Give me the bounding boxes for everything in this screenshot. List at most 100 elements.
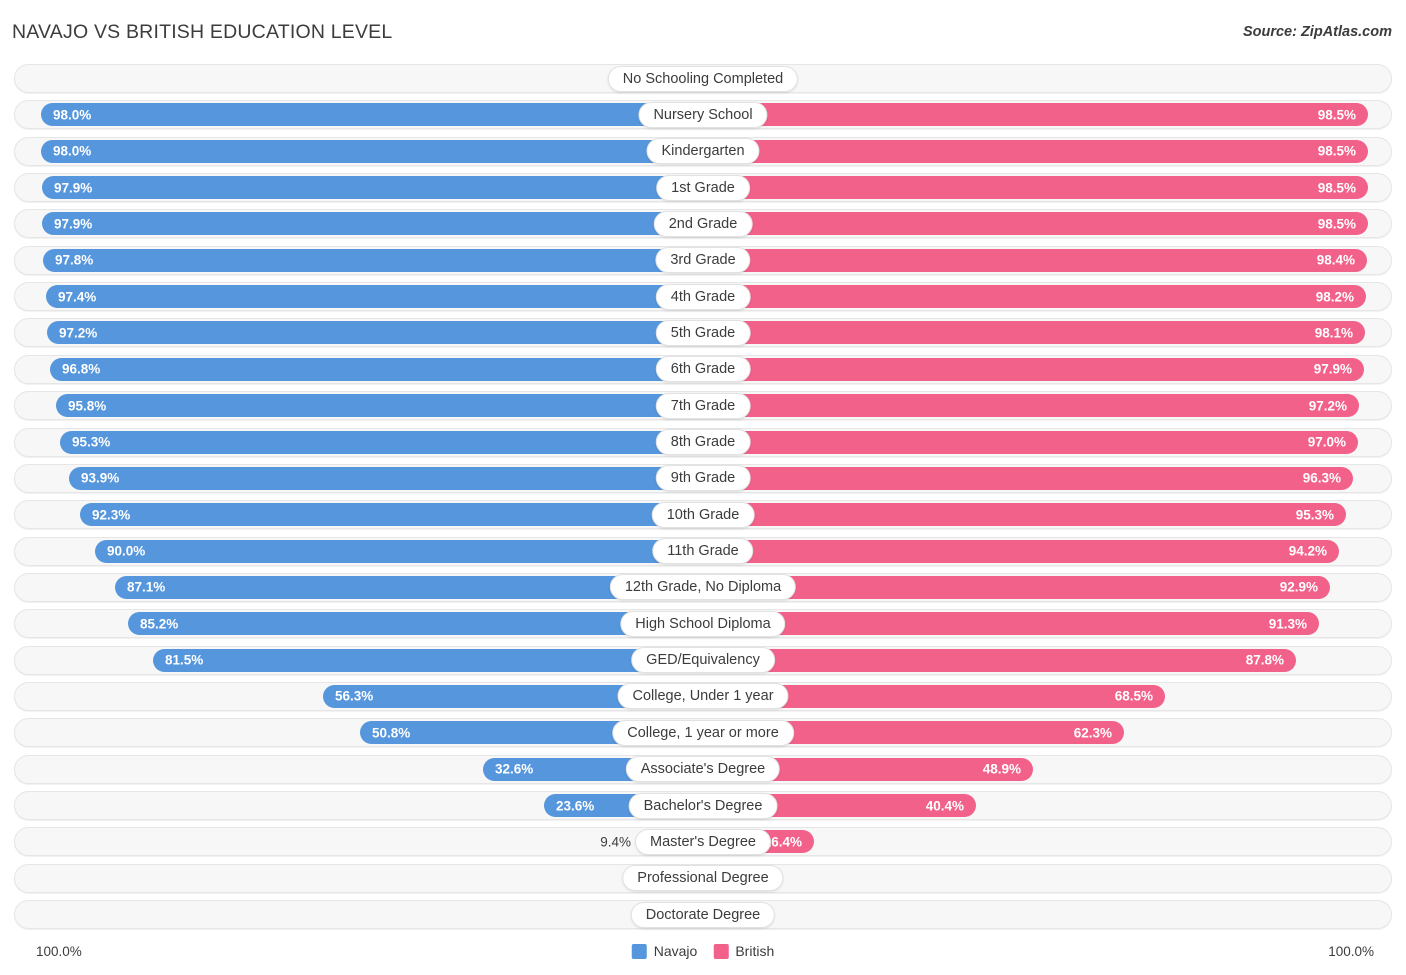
bar-row: 56.3% 68.5% College, Under 1 year — [14, 681, 1392, 711]
bar-row: 95.3% 97.0% 8th Grade — [14, 427, 1392, 457]
category-label: 4th Grade — [655, 283, 751, 310]
bar-british: 87.8% — [703, 648, 1296, 672]
chart-footer: 100.0% 100.0% Navajo British — [0, 938, 1406, 975]
bar-row: 90.0% 94.2% 11th Grade — [14, 536, 1392, 566]
category-label: 1st Grade — [656, 174, 750, 201]
bar-british: 97.2% — [703, 394, 1359, 418]
bar-value-british: 98.5% — [1317, 143, 1356, 159]
bar-row: 96.8% 97.9% 6th Grade — [14, 354, 1392, 384]
bar-value-british: 95.3% — [1295, 507, 1334, 523]
bar-british: 95.3% — [703, 503, 1346, 527]
bar-value-navajo: 98.0% — [53, 143, 92, 159]
bar-british: 98.4% — [703, 248, 1367, 272]
category-label: 11th Grade — [652, 538, 754, 565]
bar-row: 95.8% 97.2% 7th Grade — [14, 391, 1392, 421]
category-label: 9th Grade — [655, 465, 751, 492]
bar-british: 97.9% — [703, 357, 1364, 381]
bar-value-navajo: 23.6% — [556, 798, 595, 813]
bar-value-navajo: 90.0% — [107, 543, 146, 559]
bar-value-navajo: 50.8% — [372, 725, 411, 741]
bar-british: 98.2% — [703, 285, 1366, 309]
category-label: College, 1 year or more — [612, 719, 794, 746]
bar-value-british: 92.9% — [1279, 579, 1318, 595]
legend-swatch-icon — [713, 943, 729, 959]
bar-value-british: 98.1% — [1314, 325, 1353, 341]
bar-british: 98.1% — [703, 321, 1365, 345]
bar-row: 85.2% 91.3% High School Diploma — [14, 609, 1392, 639]
bar-rows-container: 2.1%1.5%No Schooling Completed 98.0% 98.5%… — [0, 62, 1406, 938]
bar-row: 98.0% 98.5% Nursery School — [14, 100, 1392, 130]
bar-row: 97.8% 98.4% 3rd Grade — [14, 245, 1392, 275]
legend-item: Navajo — [631, 943, 698, 959]
category-label: 3rd Grade — [655, 247, 751, 274]
bar-british: 98.5% — [703, 139, 1368, 163]
category-label: 5th Grade — [655, 319, 751, 346]
bar-row: 92.3% 95.3% 10th Grade — [14, 500, 1392, 530]
bar-value-navajo: 85.2% — [140, 616, 179, 632]
category-label: College, Under 1 year — [617, 683, 789, 710]
bar-row: 2.1%1.5%No Schooling Completed — [14, 64, 1392, 93]
bar-british: 91.3% — [703, 612, 1319, 636]
bar-navajo: 81.5% — [153, 648, 703, 672]
bar-value-british: 97.2% — [1308, 398, 1347, 414]
bar-value-navajo: 97.8% — [55, 252, 94, 268]
bar-row: 2.9%5.0%Professional Degree — [14, 863, 1392, 893]
category-label: 2nd Grade — [653, 210, 753, 237]
category-label: 8th Grade — [655, 429, 751, 455]
axis-label-right: 100.0% — [1328, 944, 1374, 959]
bar-british: 98.5% — [703, 176, 1368, 200]
legend-label: Navajo — [653, 943, 698, 959]
category-label: Nursery School — [638, 101, 768, 128]
bar-value-navajo: 32.6% — [495, 761, 534, 777]
axis-label-left: 100.0% — [36, 944, 82, 959]
bar-british: 97.0% — [703, 430, 1358, 454]
bar-navajo: 85.2% — [128, 612, 703, 636]
bar-value-british: 96.3% — [1302, 470, 1341, 486]
category-label: GED/Equivalency — [631, 647, 775, 674]
page-title: NAVAJO VS BRITISH EDUCATION LEVEL — [12, 21, 393, 43]
legend-item: British — [713, 943, 774, 959]
bar-value-british: 62.3% — [1073, 725, 1112, 741]
bar-british: 92.9% — [703, 575, 1330, 599]
bar-row: 81.5% 87.8% GED/Equivalency — [14, 645, 1392, 675]
bar-value-navajo: 96.8% — [62, 361, 101, 377]
bar-row: 93.9% 96.3% 9th Grade — [14, 463, 1392, 493]
category-label: 6th Grade — [655, 356, 751, 383]
bar-value-navajo: 92.3% — [92, 507, 131, 523]
category-label: Master's Degree — [635, 828, 771, 855]
bar-navajo: 96.8% — [50, 357, 703, 381]
bar-value-navajo: 97.9% — [54, 216, 93, 232]
bar-row: 23.6% 40.4% Bachelor's Degree — [14, 791, 1392, 820]
bar-value-navajo: 93.9% — [81, 470, 120, 486]
bar-value-navajo: 97.4% — [58, 289, 97, 305]
category-label: No Schooling Completed — [607, 65, 799, 92]
category-label: 7th Grade — [655, 392, 751, 419]
bar-value-british: 98.5% — [1317, 180, 1356, 196]
bar-value-british: 94.2% — [1288, 543, 1327, 559]
category-label: Bachelor's Degree — [628, 792, 778, 819]
bar-navajo: 97.8% — [43, 248, 703, 272]
bar-british: 98.5% — [703, 212, 1368, 236]
legend-label: British — [735, 943, 775, 959]
bar-value-british: 68.5% — [1114, 688, 1153, 704]
bar-row: 97.4% 98.2% 4th Grade — [14, 282, 1392, 312]
bar-row: 97.9% 98.5% 1st Grade — [14, 173, 1392, 203]
category-label: 12th Grade, No Diploma — [609, 574, 797, 601]
chart-legend: Navajo British — [631, 943, 774, 959]
category-label: Kindergarten — [646, 138, 760, 165]
bar-value-british: 97.0% — [1307, 434, 1346, 450]
bar-navajo: 95.3% — [60, 430, 703, 454]
bar-british: 96.3% — [703, 466, 1353, 490]
category-label: Associate's Degree — [625, 756, 781, 783]
bar-value-navajo: 97.2% — [59, 325, 98, 341]
bar-navajo: 97.9% — [42, 212, 703, 236]
bar-navajo: 98.0% — [41, 103, 703, 127]
bar-british: 98.5% — [703, 103, 1368, 127]
bar-row: 32.6% 48.9% Associate's Degree — [14, 754, 1392, 784]
bar-value-navajo: 98.0% — [53, 107, 92, 123]
bar-british: 94.2% — [703, 539, 1339, 563]
category-label: 10th Grade — [651, 501, 755, 528]
bar-value-british: 98.5% — [1317, 107, 1356, 123]
bar-value-navajo: 9.4% — [600, 834, 631, 850]
bar-navajo: 98.0% — [41, 139, 703, 163]
